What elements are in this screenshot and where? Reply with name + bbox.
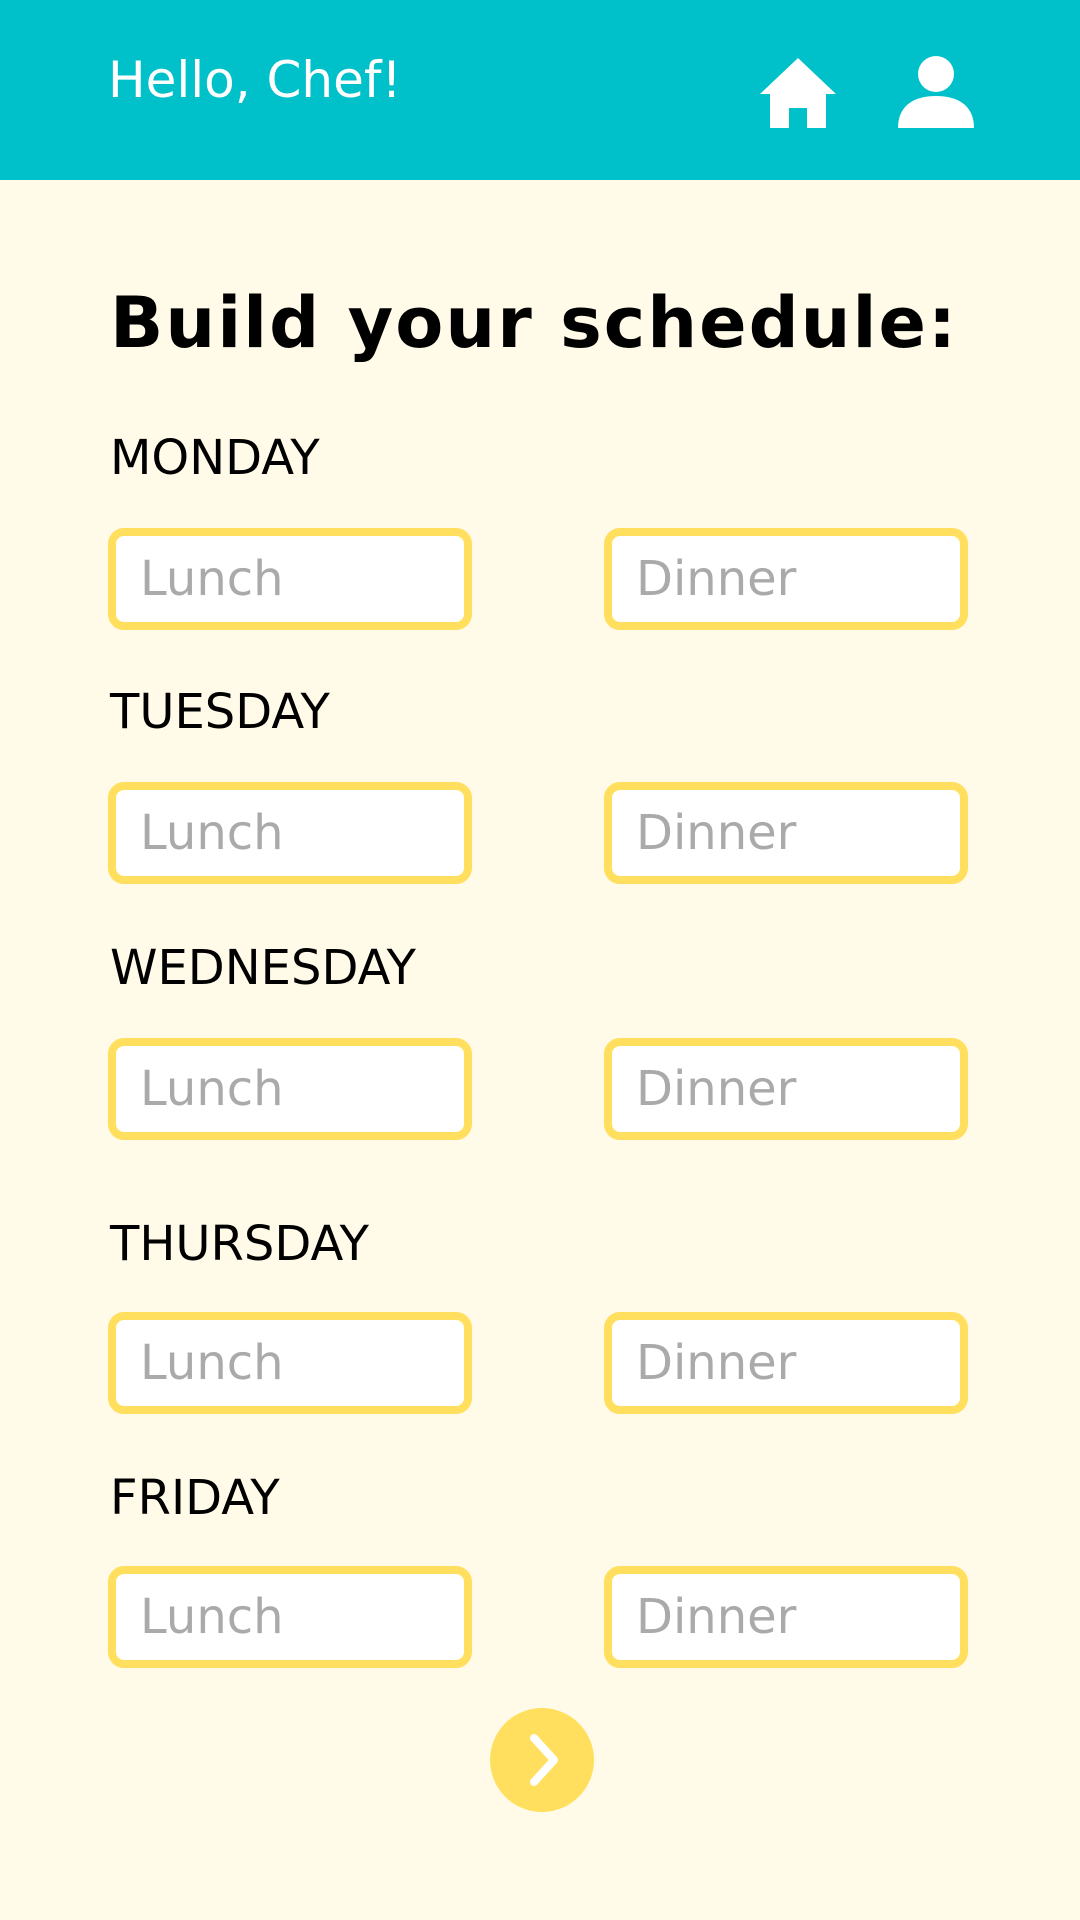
page-title: Build your schedule: <box>110 282 958 364</box>
day-label-friday: FRIDAY <box>110 1470 280 1526</box>
monday-dinner-input[interactable] <box>604 528 968 630</box>
chevron-right-icon <box>530 1734 558 1786</box>
day-label-wednesday: WEDNESDAY <box>110 940 416 996</box>
greeting-text: Hello, Chef! <box>108 51 402 109</box>
wednesday-lunch-input[interactable] <box>108 1038 472 1140</box>
wednesday-dinner-input[interactable] <box>604 1038 968 1140</box>
user-icon <box>898 56 974 128</box>
home-button[interactable] <box>756 50 840 134</box>
next-button[interactable] <box>490 1708 594 1812</box>
day-label-monday: MONDAY <box>110 430 320 486</box>
friday-dinner-input[interactable] <box>604 1566 968 1668</box>
day-label-tuesday: TUESDAY <box>110 684 330 740</box>
home-icon <box>760 58 836 128</box>
profile-button[interactable] <box>894 50 978 134</box>
tuesday-lunch-input[interactable] <box>108 782 472 884</box>
thursday-dinner-input[interactable] <box>604 1312 968 1414</box>
thursday-lunch-input[interactable] <box>108 1312 472 1414</box>
friday-lunch-input[interactable] <box>108 1566 472 1668</box>
tuesday-dinner-input[interactable] <box>604 782 968 884</box>
day-label-thursday: THURSDAY <box>110 1216 369 1272</box>
monday-lunch-input[interactable] <box>108 528 472 630</box>
app-header: Hello, Chef! <box>0 0 1080 180</box>
